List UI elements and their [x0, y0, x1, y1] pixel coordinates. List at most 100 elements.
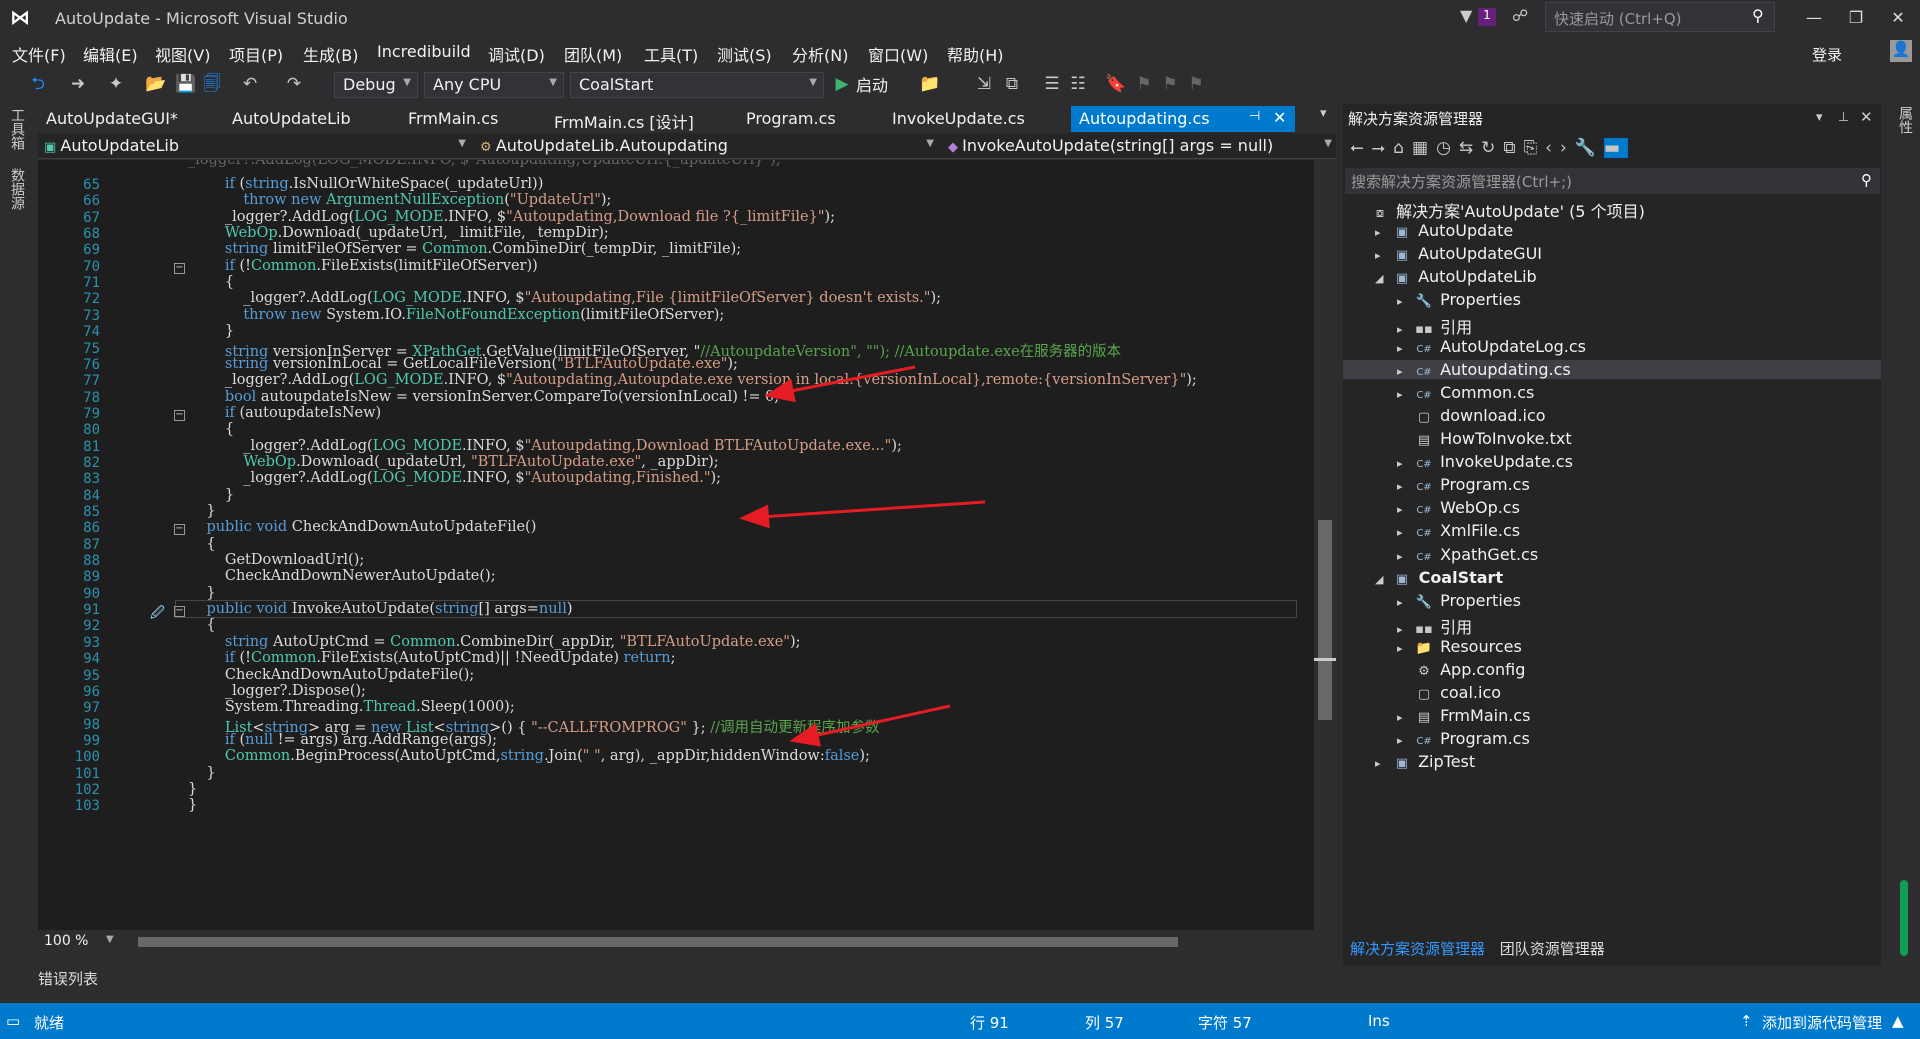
- collapse-all-icon[interactable]: ⧉: [1503, 138, 1523, 158]
- restore-button[interactable]: ❐: [1836, 4, 1876, 32]
- zoom-level[interactable]: 100 %: [44, 933, 88, 949]
- refresh-icon[interactable]: ↻: [1481, 138, 1503, 158]
- expand-arrow-icon[interactable]: ▸: [1397, 550, 1413, 563]
- expanded-arrow-icon[interactable]: ◢: [1375, 272, 1391, 285]
- expand-arrow-icon[interactable]: ▸: [1397, 623, 1413, 636]
- close-tab-icon[interactable]: ✕: [1273, 108, 1286, 127]
- search-icon[interactable]: ⚲: [1752, 6, 1764, 25]
- expand-arrow-icon[interactable]: ▸: [1397, 711, 1413, 724]
- tree-item[interactable]: ▸ 📁 Resources: [1343, 637, 1881, 656]
- tree-item[interactable]: ▸ C# Common.cs: [1343, 383, 1881, 402]
- code-line[interactable]: {: [188, 274, 234, 290]
- menu-edit[interactable]: 编辑(E): [83, 42, 138, 66]
- tree-item[interactable]: ⚙ App.config: [1343, 660, 1881, 679]
- member-dropdown[interactable]: ◆ InvokeAutoUpdate(string[] args = null)…: [942, 134, 1336, 158]
- panel-menu-icon[interactable]: ▾: [1816, 110, 1823, 125]
- expand-arrow-icon[interactable]: ▸: [1397, 480, 1413, 493]
- expand-arrow-icon[interactable]: ▸: [1397, 295, 1413, 308]
- account-avatar-icon[interactable]: 👤: [1890, 40, 1912, 62]
- code-line[interactable]: }: [188, 765, 215, 781]
- tab-solution-explorer[interactable]: 解决方案资源管理器: [1350, 940, 1485, 958]
- bookmark-icon[interactable]: 🔖: [1104, 72, 1128, 96]
- code-area[interactable]: _logger?.AddLog(LOG_MODE.INFO, $"Autoupd…: [38, 160, 1314, 930]
- clear-bookmarks-icon[interactable]: ⚑: [1184, 72, 1208, 96]
- menu-analyze[interactable]: 分析(N): [792, 42, 848, 66]
- expand-arrow-icon[interactable]: ▸: [1397, 503, 1413, 516]
- code-line[interactable]: }: [188, 585, 215, 601]
- menu-help[interactable]: 帮助(H): [947, 42, 1004, 66]
- expand-arrow-icon[interactable]: ▸: [1397, 388, 1413, 401]
- code-line[interactable]: if (!Common.FileExists(limitFileOfServer…: [188, 258, 538, 274]
- code-line[interactable]: CheckAndDownNewerAutoUpdate();: [188, 568, 496, 584]
- tree-item[interactable]: ▸ C# AutoUpdateLog.cs: [1343, 337, 1881, 356]
- menu-incredibuild[interactable]: Incredibuild: [377, 42, 471, 61]
- forward-icon[interactable]: ➜: [66, 72, 90, 96]
- tree-item[interactable]: ▸ C# XpathGet.cs: [1343, 545, 1881, 564]
- tree-item[interactable]: ▸ ▪▪ 引用: [1343, 314, 1881, 338]
- tab-overflow-icon[interactable]: ▾: [1320, 106, 1327, 121]
- code-line[interactable]: System.Threading.Thread.Sleep(1000);: [188, 699, 515, 715]
- preview-icon[interactable]: ▬: [1603, 138, 1629, 158]
- open-icon[interactable]: 📂: [144, 72, 168, 96]
- tree-item[interactable]: ◢ ▣ CoalStart: [1343, 568, 1881, 587]
- tree-item[interactable]: ◢ ▣ AutoUpdateLib: [1343, 267, 1881, 286]
- step-icon[interactable]: ⇲: [972, 72, 996, 96]
- quick-launch-input[interactable]: 快速启动 (Ctrl+Q): [1545, 2, 1775, 32]
- code-line[interactable]: {: [188, 421, 234, 437]
- code-line[interactable]: }: [188, 797, 197, 813]
- code-line[interactable]: WebOp.Download(_updateUrl, _limitFile, _…: [188, 225, 609, 241]
- code-line[interactable]: _logger?.AddLog(LOG_MODE.INFO, $"Autoupd…: [188, 438, 902, 454]
- menu-window[interactable]: 窗口(W): [868, 42, 928, 66]
- expand-arrow-icon[interactable]: ▸: [1397, 734, 1413, 747]
- tab-frmmain[interactable]: FrmMain.cs: [400, 106, 506, 132]
- sync-icon[interactable]: ⇆: [1459, 138, 1481, 158]
- expand-arrow-icon[interactable]: ▸: [1375, 757, 1391, 770]
- code-line[interactable]: GetDownloadUrl();: [188, 552, 364, 568]
- minimize-button[interactable]: —: [1794, 4, 1834, 32]
- collapse-toggle-icon[interactable]: −: [174, 524, 185, 536]
- tree-item[interactable]: ▸ 🔧 Properties: [1343, 290, 1881, 309]
- close-button[interactable]: ✕: [1878, 4, 1918, 32]
- save-icon[interactable]: 💾: [174, 72, 198, 96]
- close-panel-icon[interactable]: ✕: [1860, 108, 1873, 126]
- start-button[interactable]: 启动: [856, 72, 888, 96]
- code-line[interactable]: {: [188, 536, 215, 552]
- next-bookmark-icon[interactable]: ⚑: [1158, 72, 1182, 96]
- source-control-icon[interactable]: ⇡: [1740, 1012, 1753, 1030]
- expand-arrow-icon[interactable]: ▸: [1375, 249, 1391, 262]
- code-line[interactable]: throw new System.IO.FileNotFoundExceptio…: [188, 307, 724, 323]
- feedback-icon[interactable]: ☍: [1512, 6, 1528, 25]
- code-line[interactable]: throw new ArgumentNullException("UpdateU…: [188, 192, 611, 208]
- code-line[interactable]: _logger?.Dispose();: [188, 683, 366, 699]
- tab-frmmain-design[interactable]: FrmMain.cs [设计]: [546, 106, 702, 132]
- expand-arrow-icon[interactable]: ▸: [1397, 323, 1413, 336]
- platform-select[interactable]: Any CPU ▼: [424, 72, 564, 98]
- menu-build[interactable]: 生成(B): [303, 42, 358, 66]
- uncomment-icon[interactable]: ☷: [1066, 72, 1090, 96]
- code-line[interactable]: if (string.IsNullOrWhiteSpace(_updateUrl…: [188, 176, 543, 192]
- code-line[interactable]: string versionInLocal = GetLocalFileVers…: [188, 356, 738, 372]
- code-line[interactable]: WebOp.Download(_updateUrl, "BTLFAutoUpda…: [188, 454, 718, 470]
- solution-search-input[interactable]: 搜索解决方案资源管理器(Ctrl+;) ⚲: [1345, 168, 1880, 194]
- code-line[interactable]: bool autoupdateIsNew = versionInServer.C…: [188, 389, 779, 405]
- menu-view[interactable]: 视图(V): [155, 42, 210, 66]
- search-icon[interactable]: ⚲: [1861, 171, 1872, 189]
- datasource-tab[interactable]: 数据源: [7, 168, 27, 210]
- code-line[interactable]: public void CheckAndDownAutoUpdateFile(): [188, 519, 536, 535]
- solution-config-select[interactable]: Debug ▼: [334, 72, 418, 98]
- code-line[interactable]: _logger?.AddLog(LOG_MODE.INFO, $"Autoupd…: [188, 372, 1197, 388]
- properties-tab[interactable]: 属性: [1895, 106, 1915, 134]
- window-icon[interactable]: ⧉: [1000, 72, 1024, 96]
- collapse-toggle-icon[interactable]: −: [174, 262, 185, 274]
- collapse-toggle-icon[interactable]: −: [174, 409, 185, 421]
- code-view-icon[interactable]: ‹›: [1545, 138, 1575, 158]
- notification-badge[interactable]: 1: [1478, 8, 1496, 26]
- pin-icon[interactable]: ⊥: [1838, 110, 1849, 125]
- tab-autoupdategui[interactable]: AutoUpdateGUI*: [38, 106, 186, 132]
- code-line[interactable]: if (!Common.FileExists(AutoUptCmd)|| !Ne…: [188, 650, 676, 666]
- tree-item[interactable]: ▸ C# XmlFile.cs: [1343, 521, 1881, 540]
- class-dropdown[interactable]: ⚙ AutoUpdateLib.Autoupdating ▼: [474, 134, 938, 158]
- tree-item[interactable]: ▢ coal.ico: [1343, 683, 1881, 702]
- tree-item[interactable]: ▸ ▪▪ 引用: [1343, 614, 1881, 638]
- menu-team[interactable]: 团队(M): [564, 42, 622, 66]
